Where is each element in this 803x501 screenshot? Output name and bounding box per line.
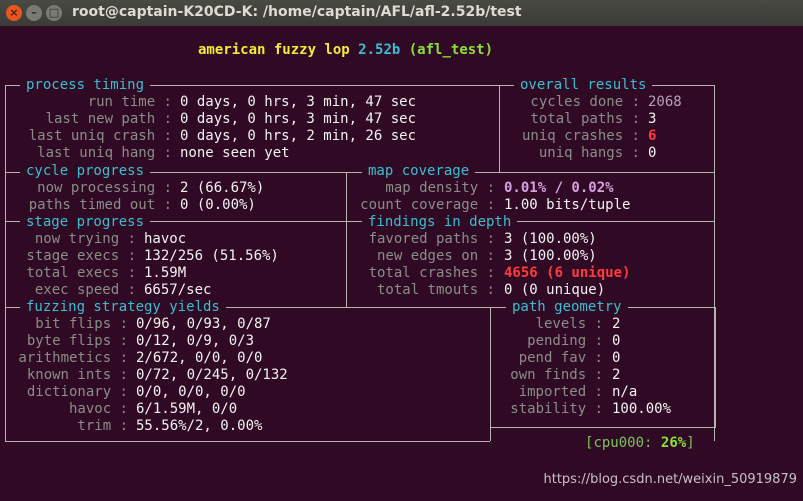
paths-timed-out-value: 0 (0.00%) (180, 197, 256, 213)
csdn-watermark: https://blog.csdn.net/weixin_50919879 (543, 472, 797, 487)
uniq-hangs-value: 0 (648, 145, 657, 161)
last-uniq-crash-value: 0 days, 0 hrs, 2 min, 26 sec (180, 128, 417, 144)
byte-flips-label: byte flips : (26, 333, 128, 349)
cycles-done-value: 2068 (648, 94, 682, 110)
cpu-value: 26% (660, 435, 687, 451)
section-fuzzing-strategy-yields: fuzzing strategy yields (20, 299, 226, 316)
stage-execs-value: 132/256 (51.56%) (144, 248, 279, 264)
total-execs-label: total execs : (26, 265, 136, 281)
afl-banner: american fuzzy lop 2.52b (afl_test) (198, 42, 493, 59)
run-time-value: 0 days, 0 hrs, 3 min, 47 sec (180, 94, 417, 110)
dictionary-label: dictionary : (26, 384, 128, 400)
minimize-window-button[interactable]: – (26, 5, 42, 21)
section-path-geometry: path geometry (506, 299, 628, 316)
trim-value: 55.56%/2, 0.00% (136, 418, 263, 434)
known-ints-value: 0/72, 0/245, 0/132 (136, 367, 288, 383)
known-ints-label: known ints : (26, 367, 128, 383)
havoc-value: 6/1.59M, 0/0 (136, 401, 238, 417)
uniq-crashes-label: uniq crashes : (521, 128, 640, 144)
last-new-path-label: last new path : (45, 111, 172, 127)
section-findings-in-depth: findings in depth (362, 214, 518, 231)
pending-label: pending : (527, 333, 603, 349)
now-trying-label: now trying : (34, 231, 136, 247)
now-processing-value: 2 (66.67%) (180, 180, 265, 196)
arithmetics-value: 2/672, 0/0, 0/0 (136, 350, 263, 366)
window-titlebar: × – □ root@captain-K20CD-K: /home/captai… (0, 0, 803, 26)
stability-value: 100.00% (612, 401, 672, 417)
last-uniq-hang-label: last uniq hang : (37, 145, 172, 161)
close-window-button[interactable]: × (6, 5, 22, 21)
banner-target: (afl_test) (408, 42, 494, 58)
map-density-value: 0.01% / 0.02% (504, 180, 614, 196)
levels-value: 2 (612, 316, 621, 332)
uniq-crashes-value: 6 (648, 128, 657, 144)
paths-timed-out-label: paths timed out : (28, 197, 172, 213)
section-overall-results: overall results (514, 77, 653, 94)
uniq-hangs-label: uniq hangs : (538, 145, 640, 161)
section-map-coverage: map coverage (362, 163, 476, 180)
own-finds-value: 2 (612, 367, 621, 383)
total-crashes-value: 4656 (6 unique) (504, 265, 631, 281)
terminal-area[interactable]: american fuzzy lop 2.52b (afl_test) proc… (0, 26, 803, 501)
total-paths-value: 3 (648, 111, 657, 127)
new-edges-on-value: 3 (100.00%) (504, 248, 597, 264)
total-tmouts-label: total tmouts : (376, 282, 495, 298)
last-new-path-value: 0 days, 0 hrs, 3 min, 47 sec (180, 111, 417, 127)
havoc-label: havoc : (68, 401, 128, 417)
cpu-label: cpu000: (593, 435, 653, 451)
map-density-label: map density : (385, 180, 495, 196)
last-uniq-crash-label: last uniq crash : (28, 128, 172, 144)
section-process-timing: process timing (20, 77, 151, 94)
total-paths-label: total paths : (530, 111, 640, 127)
imported-label: imported : (518, 384, 603, 400)
cpu-indicator: [cpu000: 26%] (585, 435, 695, 452)
count-coverage-value: 1.00 bits/tuple (504, 197, 631, 213)
section-cycle-progress: cycle progress (20, 163, 151, 180)
now-processing-label: now processing : (37, 180, 172, 196)
cycles-done-label: cycles done : (530, 94, 640, 110)
pend-fav-value: 0 (612, 350, 621, 366)
trim-label: trim : (77, 418, 128, 434)
byte-flips-value: 0/12, 0/9, 0/3 (136, 333, 255, 349)
favored-paths-value: 3 (100.00%) (504, 231, 597, 247)
total-execs-value: 1.59M (144, 265, 187, 281)
new-edges-on-label: new edges on : (376, 248, 495, 264)
banner-version: 2.52b (358, 42, 401, 58)
maximize-window-button[interactable]: □ (46, 5, 62, 21)
exec-speed-value: 6657/sec (144, 282, 212, 298)
total-crashes-label: total crashes : (368, 265, 495, 281)
favored-paths-label: favored paths : (368, 231, 495, 247)
run-time-label: run time : (87, 94, 172, 110)
stability-label: stability : (510, 401, 603, 417)
banner-app: american fuzzy lop (198, 42, 350, 58)
cpu-bracket-close: ] (686, 435, 695, 451)
pending-value: 0 (612, 333, 621, 349)
bit-flips-value: 0/96, 0/93, 0/87 (136, 316, 271, 332)
stage-execs-label: stage execs : (26, 248, 136, 264)
total-tmouts-value: 0 (0 unique) (504, 282, 606, 298)
dictionary-value: 0/0, 0/0, 0/0 (136, 384, 246, 400)
arithmetics-label: arithmetics : (18, 350, 128, 366)
count-coverage-label: count coverage : (360, 197, 495, 213)
now-trying-value: havoc (144, 231, 187, 247)
last-uniq-hang-value: none seen yet (180, 145, 290, 161)
imported-value: n/a (612, 384, 638, 400)
section-stage-progress: stage progress (20, 214, 151, 231)
exec-speed-label: exec speed : (34, 282, 136, 298)
levels-label: levels : (535, 316, 603, 332)
own-finds-label: own finds : (510, 367, 603, 383)
window-title: root@captain-K20CD-K: /home/captain/AFL/… (72, 4, 522, 20)
pend-fav-label: pend fav : (518, 350, 603, 366)
bit-flips-label: bit flips : (35, 316, 128, 332)
